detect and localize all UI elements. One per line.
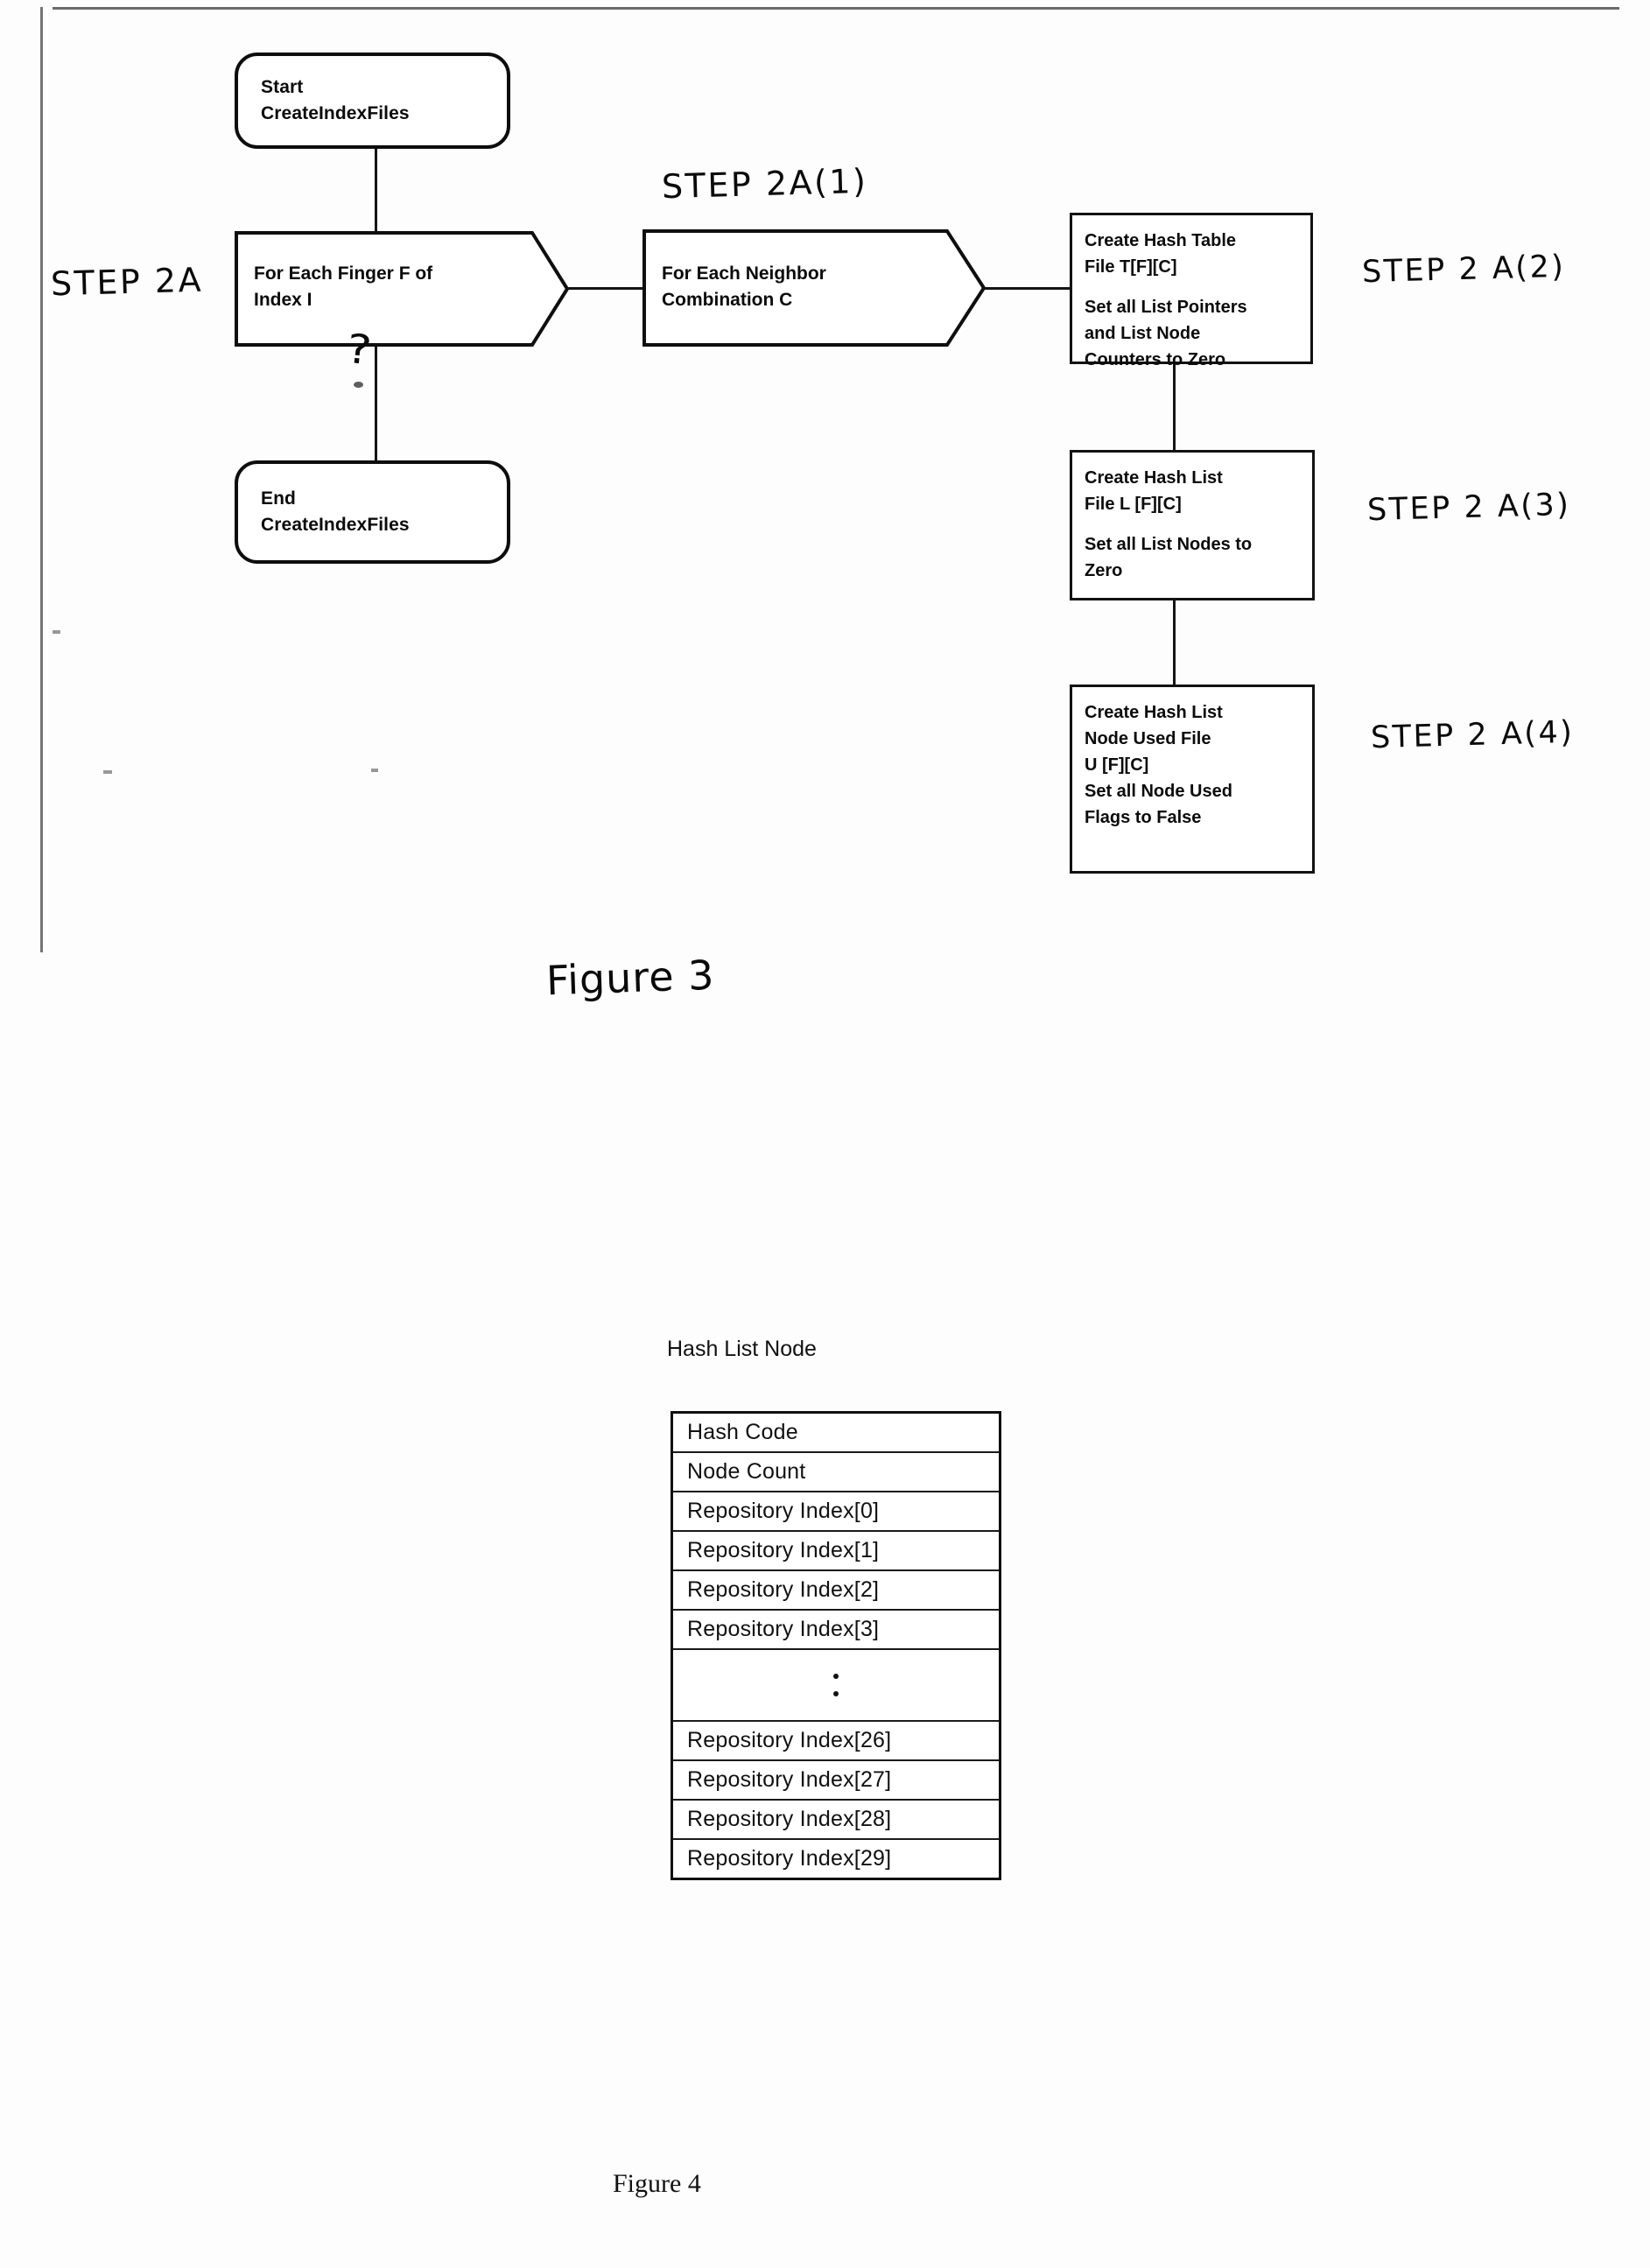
flow-node-for-each-neighbor: For Each Neighbor Combination C — [642, 229, 986, 347]
create-node-used-line2: Node Used File — [1085, 729, 1211, 748]
table-row-label: Repository Index[3] — [687, 1617, 880, 1641]
create-hash-table-line5: Counters to Zero — [1085, 350, 1226, 369]
flow-node-create-hash-list-text: Create Hash List File L [F][C] Set all L… — [1072, 453, 1312, 589]
connector-start-to-finger — [375, 149, 377, 231]
connector-finger-to-end — [375, 347, 377, 460]
table-row: Repository Index[0] — [673, 1492, 999, 1532]
flow-node-create-node-used: Create Hash List Node Used File U [F][C]… — [1070, 685, 1315, 874]
table-row: Repository Index[26] — [673, 1722, 999, 1761]
table-row-label: Node Count — [687, 1459, 806, 1484]
flow-node-start-text: Start CreateIndexFiles — [238, 74, 410, 127]
flow-node-start-line2: CreateIndexFiles — [261, 103, 410, 123]
annotation-step-2a-2: STEP 2 A(2) — [1361, 249, 1566, 291]
create-hash-table-line3: Set all List Pointers — [1085, 298, 1247, 317]
scan-speck — [371, 769, 378, 772]
flow-node-for-each-finger: For Each Finger F of Index I — [235, 231, 569, 347]
handwritten-question-mark-dot — [354, 382, 363, 388]
flow-node-end-line2: CreateIndexFiles — [261, 515, 410, 535]
create-node-used-line3: U [F][C] — [1085, 755, 1149, 775]
scan-speck — [103, 770, 112, 774]
table-row-label: Repository Index[27] — [687, 1767, 892, 1792]
flow-node-create-node-used-text: Create Hash List Node Used File U [F][C]… — [1072, 687, 1312, 836]
flow-node-create-hash-table: Create Hash Table File T[F][C] Set all L… — [1070, 213, 1313, 369]
for-each-finger-line1: For Each Finger F of — [254, 263, 433, 284]
figure-3-caption: Figure 3 — [545, 951, 716, 1005]
table-row: Repository Index[3] — [673, 1611, 999, 1650]
table-row: Repository Index[1] — [673, 1532, 999, 1571]
table-row-label: Repository Index[29] — [687, 1846, 892, 1871]
connector-hashlist-to-nodeused — [1173, 600, 1176, 685]
create-node-used-line5: Flags to False — [1085, 808, 1202, 827]
create-node-used-line4: Set all Node Used — [1085, 782, 1232, 801]
flow-node-create-hash-table-text: Create Hash Table File T[F][C] Set all L… — [1072, 215, 1310, 378]
table-row-label: Repository Index[0] — [687, 1499, 880, 1523]
annotation-step-2a: STEP 2A — [50, 260, 204, 304]
scan-edge-left — [40, 7, 43, 952]
table-row: Hash Code — [673, 1414, 999, 1453]
flow-node-for-each-finger-text: For Each Finger F of Index I — [254, 261, 516, 314]
connector-finger-to-neighbor — [567, 287, 644, 290]
create-hash-list-line4: Zero — [1085, 561, 1123, 580]
annotation-step-2a-4: STEP 2 A(4) — [1370, 714, 1575, 756]
table-row-ellipsis — [673, 1650, 999, 1722]
create-hash-list-line3: Set all List Nodes to — [1085, 535, 1253, 554]
annotation-step-2a-3: STEP 2 A(3) — [1366, 487, 1571, 529]
create-hash-table-line4: and List Node — [1085, 324, 1201, 343]
handwritten-question-mark: ? — [344, 324, 374, 375]
ellipsis-dot — [833, 1691, 839, 1696]
connector-hashtable-to-hashlist — [1173, 364, 1176, 450]
table-row-label: Repository Index[2] — [687, 1577, 880, 1602]
create-node-used-line1: Create Hash List — [1085, 703, 1223, 722]
create-hash-list-line2: File L [F][C] — [1085, 495, 1182, 514]
for-each-neighbor-line2: Combination C — [662, 290, 793, 311]
hash-list-node-table: Hash Code Node Count Repository Index[0] Re… — [671, 1411, 1001, 1880]
table-row: Repository Index[29] — [673, 1840, 999, 1878]
table-row-label: Hash Code — [687, 1420, 798, 1444]
create-hash-table-line2: File T[F][C] — [1085, 257, 1177, 277]
flow-node-create-hash-list: Create Hash List File L [F][C] Set all L… — [1070, 450, 1315, 600]
flow-node-for-each-neighbor-text: For Each Neighbor Combination C — [662, 261, 942, 314]
table-row-label: Repository Index[26] — [687, 1728, 892, 1752]
table-row: Repository Index[28] — [673, 1801, 999, 1840]
flow-node-start: Start CreateIndexFiles — [235, 53, 510, 149]
ellipsis-dot — [833, 1674, 839, 1679]
table-row-label: Repository Index[1] — [687, 1538, 880, 1562]
for-each-neighbor-line1: For Each Neighbor — [662, 263, 826, 284]
patent-page: Start CreateIndexFiles For Each Finger F… — [0, 0, 1650, 2268]
table-row: Repository Index[2] — [673, 1571, 999, 1611]
scan-edge-top — [53, 7, 1619, 10]
connector-neighbor-to-hash-table — [984, 287, 1073, 290]
figure-4-caption: Figure 4 — [613, 2169, 701, 2198]
create-hash-list-line1: Create Hash List — [1085, 468, 1223, 488]
table-row-label: Repository Index[28] — [687, 1807, 892, 1831]
flow-node-end-text: End CreateIndexFiles — [238, 486, 410, 538]
for-each-finger-line2: Index I — [254, 290, 312, 311]
table-row: Node Count — [673, 1453, 999, 1492]
table-row: Repository Index[27] — [673, 1761, 999, 1801]
hash-list-node-title: Hash List Node — [667, 1337, 817, 1361]
flow-node-end-line1: End — [261, 488, 296, 509]
scan-speck — [53, 630, 60, 634]
flow-node-start-line1: Start — [261, 77, 304, 98]
flow-node-end: End CreateIndexFiles — [235, 460, 510, 564]
annotation-step-2a-1: STEP 2A(1) — [661, 161, 868, 207]
create-hash-table-line1: Create Hash Table — [1085, 231, 1237, 250]
